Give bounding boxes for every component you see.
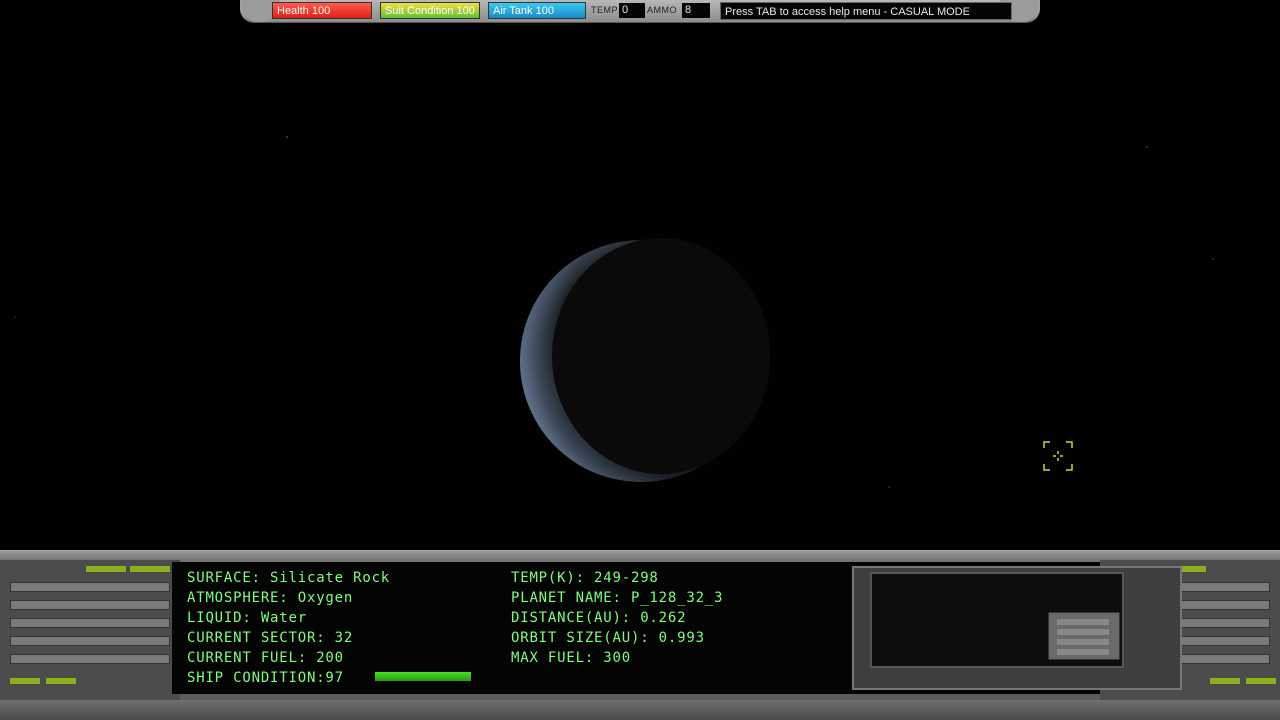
indicator-light <box>1210 678 1240 684</box>
star <box>1146 146 1148 148</box>
panel-slat <box>10 636 170 646</box>
crosshair-reticle-icon <box>1043 441 1073 471</box>
air-tank-bar: Air Tank 100 <box>488 2 586 19</box>
monitor-button[interactable] <box>1057 619 1109 625</box>
star <box>1212 258 1214 260</box>
panel-slat <box>10 582 170 592</box>
monitor-button[interactable] <box>1057 639 1109 645</box>
panel-slat <box>10 600 170 610</box>
ship-condition-bar <box>375 672 471 681</box>
health-bar: Health 100 <box>272 2 372 19</box>
left-control-panel <box>0 560 180 700</box>
ammo-value: 8 <box>682 3 710 18</box>
orbit-size-readout: ORBIT SIZE(AU): 0.993 <box>511 630 705 646</box>
atmosphere-readout: ATMOSPHERE: Oxygen <box>187 590 354 606</box>
temperature-readout: TEMP(K): 249-298 <box>511 570 659 586</box>
help-message: Press TAB to access help menu - CASUAL M… <box>720 2 1012 20</box>
monitor-button-panel[interactable] <box>1048 612 1120 660</box>
surface-readout: SURFACE: Silicate Rock <box>187 570 391 586</box>
indicator-light <box>130 566 170 572</box>
monitor-button[interactable] <box>1057 649 1109 655</box>
panel-slat <box>10 654 170 664</box>
planet-shadow <box>552 238 770 474</box>
liquid-readout: LIQUID: Water <box>187 610 307 626</box>
indicator-light <box>10 678 40 684</box>
current-fuel-readout: CURRENT FUEL: 200 <box>187 650 344 666</box>
star <box>888 486 890 488</box>
indicator-light <box>46 678 76 684</box>
max-fuel-readout: MAX FUEL: 300 <box>511 650 631 666</box>
temp-label: TEMP <box>591 5 619 15</box>
suit-condition-bar: Suit Condition 100 <box>380 2 480 19</box>
monitor-button[interactable] <box>1057 629 1109 635</box>
temp-value: 0 <box>619 3 645 18</box>
star <box>14 316 16 318</box>
ammo-label: AMMO <box>647 5 677 15</box>
ship-condition-readout: SHIP CONDITION:97 <box>187 670 344 686</box>
console-base <box>0 700 1280 720</box>
indicator-light <box>86 566 126 572</box>
panel-slat <box>10 618 170 628</box>
star <box>286 136 288 138</box>
current-sector-readout: CURRENT SECTOR: 32 <box>187 630 354 646</box>
indicator-light <box>1246 678 1276 684</box>
distance-readout: DISTANCE(AU): 0.262 <box>511 610 687 626</box>
planet-name-readout: PLANET NAME: P_128_32_3 <box>511 590 724 606</box>
